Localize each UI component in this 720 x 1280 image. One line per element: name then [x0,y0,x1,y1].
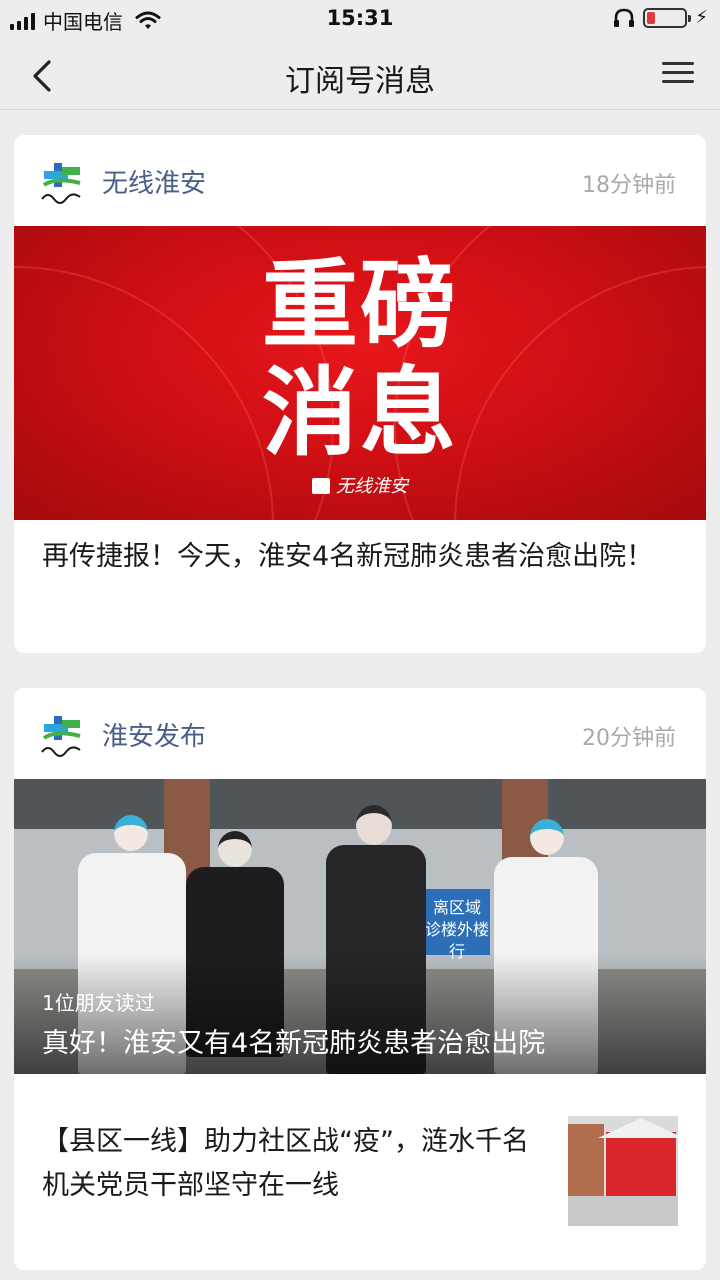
status-bar: 中国电信 15:31 ⚡ [0,0,720,40]
account-logo[interactable] [40,712,84,758]
menu-icon [662,62,694,65]
card-header[interactable]: 淮安发布 20分钟前 [14,688,706,778]
card-header[interactable]: 无线淮安 18分钟前 [14,135,706,225]
photo-sign: 离区域 诊楼外楼行 [424,889,490,961]
status-time: 15:31 [326,6,394,30]
article-headline[interactable]: 再传捷报！今天，淮安4名新冠肺炎患者治愈出院！ [42,535,678,579]
nav-bar: 订阅号消息 [0,40,720,110]
banner-title-line1: 重磅 [262,249,458,361]
cover-image[interactable]: 重磅 消息 无线淮安 [14,226,706,520]
article-card[interactable]: 淮安发布 20分钟前 离区域 诊楼外楼行 1位朋友读过 真好！淮安又有4名新冠肺… [14,688,706,1270]
article-card[interactable]: 无线淮安 18分钟前 重磅 消息 无线淮安 再传捷报！今天，淮安4名新冠肺炎患者… [14,135,706,653]
timestamp: 18分钟前 [582,173,676,198]
battery-icon [643,7,692,28]
account-logo[interactable] [40,159,84,205]
headphone-icon [614,8,635,27]
sub-article-title[interactable]: 【县区一线】助力社区战“疫”，涟水千名机关党员干部坚守在一线 [42,1120,542,1208]
account-name[interactable]: 无线淮安 [102,163,206,200]
cover-photo[interactable]: 离区域 诊楼外楼行 1位朋友读过 真好！淮安又有4名新冠肺炎患者治愈出院 [14,779,706,1074]
sub-article-thumbnail[interactable] [568,1116,678,1226]
sub-article-item[interactable]: 【县区一线】助力社区战“疫”，涟水千名机关党员干部坚守在一线 [14,1074,706,1270]
page-title: 订阅号消息 [285,64,435,99]
banner-title-line2: 消息 [262,357,458,469]
timestamp: 20分钟前 [582,726,676,751]
friend-read-label: 1位朋友读过 [42,991,155,1015]
charging-icon: ⚡ [695,7,708,28]
banner-brand: 无线淮安 [14,472,706,498]
article-headline[interactable]: 真好！淮安又有4名新冠肺炎患者治愈出院 [42,1021,545,1060]
menu-button[interactable] [658,56,698,92]
account-name[interactable]: 淮安发布 [102,716,206,753]
brand-logo-icon [312,478,330,494]
